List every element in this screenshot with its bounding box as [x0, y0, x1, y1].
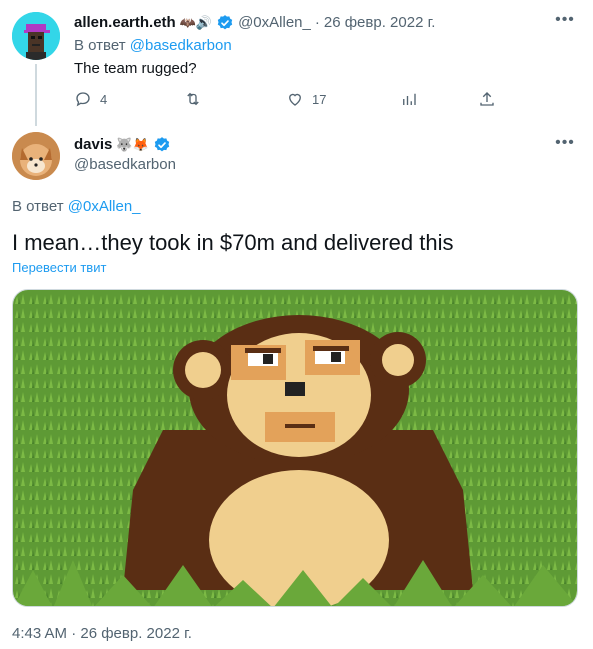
display-name[interactable]: davis	[74, 135, 112, 155]
reply-prefix: В ответ	[74, 37, 126, 54]
share-button[interactable]	[478, 90, 496, 108]
reply-icon	[76, 92, 90, 107]
reply-prefix: В ответ	[12, 198, 64, 215]
reply-count: 4	[100, 91, 108, 107]
verified-badge-icon	[154, 137, 169, 152]
reply-button[interactable]: 4	[74, 90, 107, 108]
more-options-icon[interactable]: •••	[555, 12, 575, 32]
more-options-icon[interactable]: •••	[555, 135, 575, 155]
reply-mention-link[interactable]: @0xAllen_	[68, 198, 141, 215]
handle[interactable]: @0xAllen_	[238, 13, 311, 33]
verified-badge-icon	[217, 15, 233, 30]
reply-mention-link[interactable]: @basedkarbon	[130, 37, 232, 54]
display-name[interactable]: allen.earth.eth	[74, 13, 176, 33]
tweet-text: The team rugged?	[74, 60, 197, 77]
tweet-text: I mean…they took in $70m and delivered t…	[12, 230, 454, 255]
heart-icon	[289, 93, 301, 106]
tweet-media-image[interactable]	[12, 289, 578, 607]
translate-tweet-link[interactable]: Перевести твит	[12, 259, 106, 277]
share-icon	[480, 92, 494, 106]
punk-avatar-icon	[12, 12, 60, 60]
tweet-timestamp[interactable]: 4:43 AM · 26 февр. 2022 г.	[12, 624, 192, 644]
avatar[interactable]	[12, 132, 60, 180]
main-tweet-header: davis 🐺🦊	[74, 135, 171, 155]
tweet-date[interactable]: 26 февр. 2022 г.	[324, 13, 436, 33]
reply-context: В ответ @basedkarbon	[74, 36, 232, 56]
avatar[interactable]	[12, 12, 60, 60]
tweet-actions: 4 17	[74, 90, 514, 110]
reply-context: В ответ @0xAllen_	[12, 197, 141, 217]
fox-avatar-icon	[12, 132, 60, 180]
handle[interactable]: @basedkarbon	[74, 155, 176, 175]
like-button[interactable]: 17	[286, 90, 326, 108]
retweet-icon	[187, 92, 199, 106]
name-emojis: 🐺🦊	[116, 137, 149, 152]
retweet-button[interactable]	[184, 90, 202, 108]
reply-tweet[interactable]: allen.earth.eth 🦇🔊 @0xAllen_ · 26 февр. …	[0, 0, 593, 128]
like-count: 17	[312, 91, 327, 107]
pixel-monkey-image-icon	[13, 290, 577, 606]
reply-tweet-header: allen.earth.eth 🦇🔊 @0xAllen_ · 26 февр. …	[74, 13, 435, 33]
separator: ·	[314, 14, 320, 31]
analytics-button[interactable]	[400, 90, 418, 108]
analytics-icon	[403, 93, 416, 105]
name-emojis: 🦇🔊	[179, 15, 213, 30]
